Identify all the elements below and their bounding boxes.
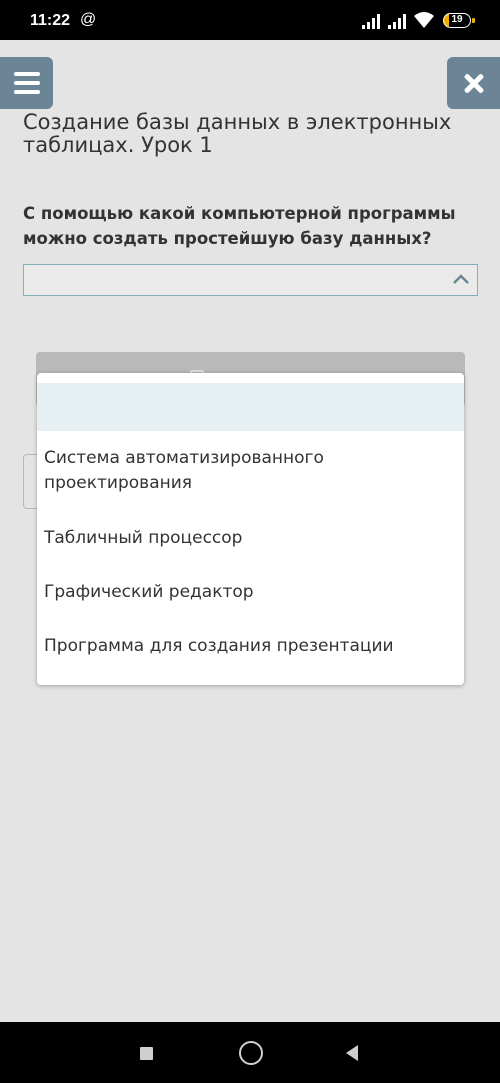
menu-button[interactable] bbox=[0, 57, 53, 109]
question-text: С помощью какой компьютерной программы м… bbox=[23, 204, 456, 248]
answer-select[interactable] bbox=[23, 264, 478, 296]
dropdown-option-empty[interactable] bbox=[37, 383, 464, 431]
status-time: 11:22 bbox=[30, 12, 71, 29]
navigation-bar bbox=[0, 1022, 500, 1083]
recent-apps-button[interactable] bbox=[140, 1047, 153, 1060]
dropdown-option[interactable]: Система автоматизированного проектирован… bbox=[44, 446, 454, 496]
signal-icon-2 bbox=[388, 13, 408, 29]
dropdown-list: Система автоматизированного проектирован… bbox=[37, 373, 464, 685]
notification-at-icon: @ bbox=[80, 11, 97, 28]
dropdown-option[interactable]: Программа для создания презентации bbox=[44, 634, 454, 659]
home-button[interactable] bbox=[239, 1041, 263, 1065]
battery-level: 19 bbox=[451, 14, 463, 25]
battery-icon: 19 bbox=[443, 13, 475, 28]
wifi-icon bbox=[414, 12, 434, 28]
close-button[interactable] bbox=[447, 57, 500, 109]
chevron-up-icon bbox=[453, 274, 469, 284]
dropdown-option[interactable]: Табличный процессор bbox=[44, 526, 454, 551]
dropdown-option[interactable]: Графический редактор bbox=[44, 580, 454, 605]
signal-icon bbox=[362, 13, 382, 29]
status-bar: 11:22 @ 19 bbox=[0, 0, 500, 40]
page-title: Создание базы данных в электронных табли… bbox=[23, 110, 452, 157]
back-button[interactable] bbox=[346, 1045, 358, 1061]
